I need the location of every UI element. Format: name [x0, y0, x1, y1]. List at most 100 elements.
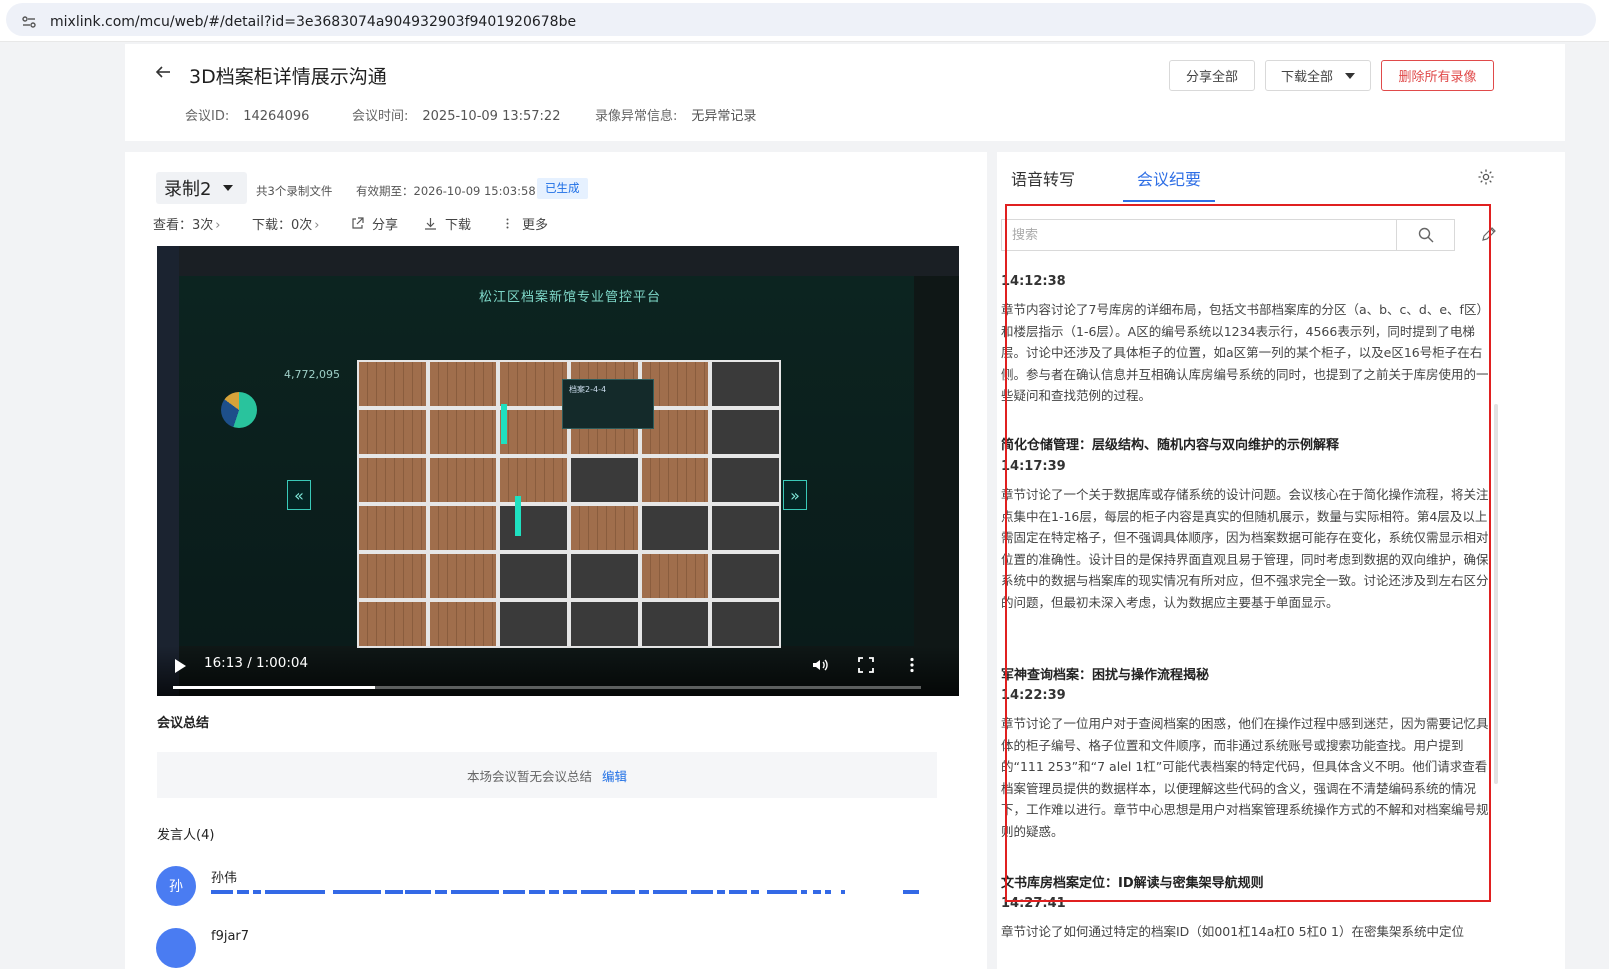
download-button[interactable]: 下载: [424, 214, 471, 233]
chapter-title: 文书库房档案定位：ID解读与密集架导航规则: [1001, 876, 1264, 891]
timeline-segment: [529, 890, 545, 894]
timeline-segment: [691, 890, 713, 894]
timeline-segment: [611, 890, 635, 894]
shelf-cell: [500, 458, 567, 502]
summary-title: 会议总结: [157, 716, 210, 731]
site-settings-icon[interactable]: [22, 16, 36, 28]
video-controls: 16:13 / 1:00:04: [157, 646, 959, 696]
share-all-button[interactable]: 分享全部: [1169, 60, 1255, 91]
download-count[interactable]: 下载：0次 ›: [252, 214, 319, 233]
download-icon: [425, 218, 436, 230]
timeline-segment: [237, 890, 249, 894]
timeline-segment: [639, 890, 649, 894]
chapter-time: 14:27:41: [1001, 896, 1066, 911]
recording-panel: 录制2 共3个录制文件 有效期至：2026-10-09 15:03:58 已生成…: [125, 152, 987, 969]
minutes-content: 14:12:38 章节内容讨论了7号库房的详细布局，包括文书部档案库的分区（a、…: [1001, 254, 1491, 969]
meeting-id-value: 14264096: [243, 109, 310, 124]
shelf-cell: [429, 362, 497, 406]
recording-select[interactable]: 录制2: [156, 172, 247, 204]
timeline-segment: [265, 890, 325, 894]
shelf-cell: [570, 458, 638, 502]
shelf-cell: [712, 554, 779, 598]
volume-icon[interactable]: [811, 656, 829, 674]
view-count[interactable]: 查看：3次 ›: [153, 214, 220, 233]
url-field[interactable]: mixlink.com/mcu/web/#/detail?id=3e368307…: [6, 3, 1596, 36]
chevron-down-icon: [1345, 72, 1355, 79]
tab-transcript[interactable]: 语音转写: [1011, 166, 1075, 190]
search-button[interactable]: [1396, 220, 1454, 250]
anomaly-value: 无异常记录: [691, 109, 757, 124]
search-input[interactable]: [1002, 220, 1396, 250]
shelf-cell: [570, 602, 638, 646]
chapter-body: 章节讨论了一位用户对于查阅档案的困惑，他们在操作过程中感到迷茫，因为需要记忆具体…: [1001, 716, 1489, 839]
timeline-segment: [405, 890, 431, 894]
shelf-info-popup: 档案2-4-4: [562, 379, 654, 429]
shelf-cell: [429, 554, 497, 598]
meeting-time: 会议时间: 2025-10-09 13:57:22: [352, 105, 560, 124]
shelf-cell: [500, 362, 567, 406]
video-stat-number: 4,772,095: [284, 368, 340, 381]
speaker-timeline[interactable]: [211, 890, 921, 894]
timeline-segment: [767, 890, 797, 894]
tab-minutes[interactable]: 会议纪要: [1137, 166, 1201, 190]
shelf-cell: [712, 506, 779, 550]
chapter-time: 14:12:38: [1001, 274, 1066, 289]
page-header: 3D档案柜详情展示沟通 会议ID: 14264096 会议时间: 2025-10-0…: [125, 44, 1565, 141]
timeline-segment: [813, 890, 821, 894]
play-icon[interactable]: [175, 659, 186, 673]
video-browser-toolbar: [157, 246, 959, 276]
chevron-down-icon: [223, 185, 234, 191]
shelf-cell: [429, 602, 497, 646]
url-text: mixlink.com/mcu/web/#/detail?id=3e368307…: [50, 14, 577, 30]
shelf-popup-title: 档案2-4-4: [569, 385, 607, 394]
chapter-title: 军神查询档案：困扰与操作流程揭秘: [1001, 668, 1210, 683]
video-dashboard-frame: 松江区档案新馆专业管控平台 4,772,095 档案2-4-4 « »: [179, 276, 914, 648]
more-vertical-icon[interactable]: [903, 656, 921, 674]
recording-anomaly: 录像异常信息: 无异常记录: [595, 105, 756, 124]
chevron-right-icon: ›: [215, 218, 221, 233]
expiry-date: 有效期至：2026-10-09 15:03:58: [356, 184, 536, 198]
meeting-time-value: 2025-10-09 13:57:22: [422, 109, 561, 124]
meeting-id: 会议ID: 14264096: [185, 105, 309, 124]
double-chevron-left-icon[interactable]: «: [287, 480, 311, 510]
shelf-cell: [359, 506, 426, 550]
delete-all-recordings-button[interactable]: 删除所有录像: [1381, 60, 1494, 91]
shelf-cell: [641, 554, 709, 598]
minutes-scrollbar[interactable]: [1494, 404, 1498, 784]
timeline-segment: [717, 890, 725, 894]
shelf-cell: [570, 506, 638, 550]
edit-pen-icon[interactable]: [1481, 226, 1497, 242]
search-icon: [1418, 227, 1433, 243]
timeline-segment: [253, 890, 261, 894]
video-player[interactable]: 松江区档案新馆专业管控平台 4,772,095 档案2-4-4 « » 16:1…: [157, 246, 959, 696]
timeline-segment: [729, 890, 747, 894]
shelf-cell: [429, 506, 497, 550]
chapter-title: 简化仓储管理：层级结构、随机内容与双向维护的示例解释: [1001, 438, 1340, 453]
download-all-button[interactable]: 下载全部: [1265, 60, 1371, 91]
double-chevron-right-icon[interactable]: »: [783, 480, 807, 510]
shelf-cell: [712, 458, 779, 502]
gear-icon[interactable]: [1477, 168, 1495, 186]
shelf-cell: [641, 458, 709, 502]
selected-shelf-marker: [501, 404, 507, 444]
fullscreen-icon[interactable]: [857, 656, 875, 674]
page-title: 3D档案柜详情展示沟通: [189, 66, 387, 88]
shelf-cell: [359, 458, 426, 502]
tab-active-indicator: [1123, 200, 1215, 202]
chapter-body: 章节讨论了一个关于数据库或存储系统的设计问题。会议核心在于简化操作流程，将关注点…: [1001, 487, 1489, 610]
summary-edit-link[interactable]: 编辑: [602, 766, 627, 785]
download-label: 下载: [445, 218, 472, 233]
more-vertical-icon: [506, 218, 509, 229]
share-button[interactable]: 分享: [351, 214, 398, 233]
speaker-name: 孙伟: [211, 871, 238, 886]
timeline-segment: [825, 890, 831, 894]
shelf-cell: [712, 602, 779, 646]
more-button[interactable]: 更多: [501, 214, 548, 233]
shelf-cell: [641, 506, 709, 550]
recording-select-value: 录制2: [164, 179, 212, 200]
avatar: [156, 928, 196, 968]
back-arrow-icon[interactable]: [155, 64, 171, 80]
timeline-segment: [903, 890, 919, 894]
timeline-segment: [503, 890, 525, 894]
video-progress-bar[interactable]: [173, 686, 921, 689]
